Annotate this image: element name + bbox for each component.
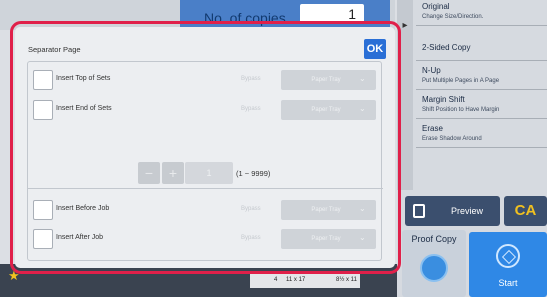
chevron-down-icon: ⌄	[359, 204, 366, 213]
start-button[interactable]: Start	[469, 232, 547, 297]
minus-button[interactable]: −	[138, 162, 160, 184]
chevron-down-icon: ⌄	[359, 104, 366, 113]
checkbox-insert-top-of-sets[interactable]	[33, 70, 53, 90]
separator-page-dialog: Separator Page OK Insert Top of Sets Byp…	[15, 27, 395, 268]
paper-tray-select[interactable]: Paper Tray ⌄	[281, 70, 376, 90]
side-item-title: Original	[422, 2, 450, 11]
paper-tray-text: Paper Tray	[311, 236, 341, 242]
proof-copy-button[interactable]: Proof Copy	[402, 230, 466, 297]
paper-tray-text: Paper Tray	[311, 107, 341, 113]
sets-count-input[interactable]: 1	[185, 162, 233, 184]
bypass-label: Bypass	[241, 235, 261, 241]
preview-button[interactable]: Preview	[405, 196, 500, 226]
clear-all-button[interactable]: CA	[504, 196, 547, 226]
range-label: (1 ~ 9999)	[236, 169, 271, 178]
tray-size: 11 x 17	[286, 277, 306, 283]
paper-tray-text: Paper Tray	[311, 77, 341, 83]
bypass-label: Bypass	[241, 106, 261, 112]
side-item-n-up[interactable]: N-Up Put Multiple Pages in A Page	[416, 64, 547, 90]
preview-label: Preview	[451, 206, 484, 216]
paper-tray-indicator[interactable]: 4 11 x 17 8½ x 11	[250, 274, 360, 288]
divider	[28, 188, 383, 189]
side-item-original[interactable]: Original Change Size/Direction.	[416, 0, 547, 26]
bypass-label: Bypass	[241, 206, 261, 212]
paper-tray-select[interactable]: Paper Tray ⌄	[281, 200, 376, 220]
dialog-settings-panel: Insert Top of Sets Bypass Paper Tray ⌄ I…	[27, 61, 383, 261]
checkbox-insert-before-job[interactable]	[33, 200, 53, 220]
start-label: Start	[498, 278, 518, 288]
side-item-title: Margin Shift	[422, 95, 465, 104]
chevron-down-icon: ⌄	[359, 74, 366, 83]
tray-size-2: 8½ x 11	[336, 277, 357, 283]
checkbox-insert-after-job[interactable]	[33, 229, 53, 249]
side-item-2-sided-copy[interactable]: 2-Sided Copy	[416, 35, 547, 61]
paper-tray-text: Paper Tray	[311, 207, 341, 213]
start-icon	[496, 244, 520, 268]
side-item-erase[interactable]: Erase Erase Shadow Around	[416, 122, 547, 148]
side-item-subtitle: Erase Shadow Around	[422, 136, 482, 142]
proof-copy-label: Proof Copy	[411, 234, 457, 244]
tray-number: 4	[274, 277, 278, 283]
option-row-end-of-sets: Insert End of Sets Bypass Paper Tray ⌄	[28, 98, 383, 122]
bypass-label: Bypass	[241, 76, 261, 82]
dialog-title: Separator Page	[28, 45, 81, 54]
side-item-title: Erase	[422, 124, 443, 133]
side-item-margin-shift[interactable]: Margin Shift Shift Position to Have Marg…	[416, 93, 547, 119]
side-item-subtitle: Shift Position to Have Margin	[422, 107, 500, 113]
proof-copy-icon	[420, 254, 448, 282]
option-row-top-of-sets: Insert Top of Sets Bypass Paper Tray ⌄	[28, 68, 383, 92]
side-item-subtitle: Change Size/Direction.	[422, 14, 484, 20]
side-item-title: 2-Sided Copy	[422, 43, 471, 52]
side-item-title: N-Up	[422, 66, 441, 75]
paper-tray-select[interactable]: Paper Tray ⌄	[281, 100, 376, 120]
plus-button[interactable]: +	[162, 162, 184, 184]
side-item-subtitle: Put Multiple Pages in A Page	[422, 78, 500, 84]
checkbox-insert-end-of-sets[interactable]	[33, 100, 53, 120]
paper-tray-select[interactable]: Paper Tray ⌄	[281, 229, 376, 249]
ok-button[interactable]: OK	[364, 39, 386, 59]
sets-count-stepper: − + 1 (1 ~ 9999)	[28, 162, 383, 186]
option-label: Insert Before Job	[56, 205, 110, 212]
option-label: Insert After Job	[56, 234, 104, 241]
option-row-after-job: Insert After Job Bypass Paper Tray ⌄	[28, 227, 383, 251]
option-label: Insert Top of Sets	[56, 75, 111, 82]
option-row-before-job: Insert Before Job Bypass Paper Tray ⌄	[28, 198, 383, 222]
preview-icon	[413, 204, 425, 218]
chevron-down-icon: ⌄	[359, 233, 366, 242]
option-label: Insert End of Sets	[56, 105, 112, 112]
